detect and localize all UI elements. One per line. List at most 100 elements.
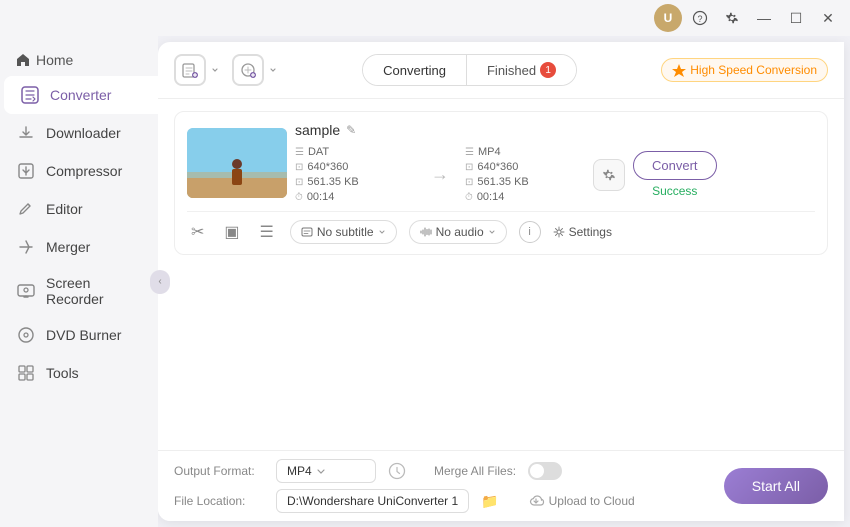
file-card-footer: ✂ ▣ ☰ No subtitle No audio i [187, 211, 815, 244]
sidebar-dvd-burner-label: DVD Burner [46, 327, 121, 343]
resolution-icon: ⊡ [295, 162, 303, 173]
main-content: Converting Finished 1 High Speed Convers… [158, 42, 844, 521]
target-format-icon: ☰ [465, 147, 474, 158]
source-resolution-value: 640*360 [307, 161, 348, 173]
minimize-button[interactable]: — [750, 4, 778, 32]
sidebar-converter-label: Converter [50, 87, 111, 103]
start-all-button[interactable]: Start All [724, 468, 828, 504]
info-button[interactable]: i [519, 221, 541, 243]
tabs-area: Converting Finished 1 [290, 54, 649, 86]
target-resolution: ⊡ 640*360 [465, 161, 585, 173]
user-avatar: U [654, 4, 682, 32]
source-format-value: DAT [308, 146, 329, 158]
maximize-button[interactable]: ☐ [782, 4, 810, 32]
output-format-select[interactable]: MP4 [276, 459, 376, 483]
file-card-header: sample ✎ ☰ DAT ⊡ [187, 122, 815, 203]
sidebar-merger-label: Merger [46, 239, 90, 255]
convert-arrow: → [415, 164, 465, 185]
file-location-input[interactable]: D:\Wondershare UniConverter 1 [276, 489, 469, 513]
converter-icon [20, 85, 40, 105]
sidebar-home[interactable]: Home [0, 44, 158, 76]
subtitle-select[interactable]: No subtitle [290, 220, 397, 244]
convert-button[interactable]: Convert [633, 151, 717, 180]
folder-icon[interactable]: 📁 [481, 493, 498, 510]
audio-label: No audio [436, 225, 484, 239]
sidebar-item-compressor[interactable]: Compressor [0, 152, 158, 190]
sidebar-item-dvd-burner[interactable]: DVD Burner [0, 316, 158, 354]
source-format: ☰ DAT [295, 146, 415, 158]
merger-icon [16, 237, 36, 257]
settings-label: Settings [569, 225, 612, 239]
tabs: Converting Finished 1 [362, 54, 577, 86]
sidebar-item-converter[interactable]: Converter [4, 76, 158, 114]
upload-cloud-label: Upload to Cloud [549, 494, 635, 508]
format-icon: ☰ [295, 147, 304, 158]
sidebar-screen-recorder-label: Screen Recorder [46, 275, 142, 307]
sidebar-item-downloader[interactable]: Downloader [0, 114, 158, 152]
add-url-button[interactable] [232, 54, 278, 86]
screen-recorder-icon [16, 281, 36, 301]
file-settings-icon-button[interactable] [593, 159, 625, 191]
output-format-value: MP4 [287, 464, 312, 478]
sidebar-item-editor[interactable]: Editor [0, 190, 158, 228]
tab-finished-label: Finished [487, 63, 536, 78]
toggle-thumb [530, 464, 544, 478]
convert-actions: Convert Success [633, 151, 717, 198]
convert-success: Success [652, 184, 697, 198]
bottom-left: Output Format: MP4 Merge All Files: File… [174, 459, 724, 513]
output-format-row: Output Format: MP4 Merge All Files: [174, 459, 724, 483]
tab-finished[interactable]: Finished 1 [466, 55, 576, 85]
compressor-icon [16, 161, 36, 181]
finished-badge: 1 [540, 62, 556, 78]
target-info: ☰ MP4 ⊡ 640*360 ⊡ 561.35 KB [465, 146, 585, 203]
size-icon: ⊡ [295, 177, 303, 188]
file-card: sample ✎ ☰ DAT ⊡ [174, 111, 828, 255]
merge-toggle[interactable] [528, 462, 562, 480]
output-settings-icon[interactable] [388, 462, 406, 480]
target-size: ⊡ 561.35 KB [465, 176, 585, 188]
audio-select[interactable]: No audio [409, 220, 507, 244]
sidebar-item-screen-recorder[interactable]: Screen Recorder [0, 266, 158, 316]
target-duration-value: 00:14 [477, 191, 505, 203]
effects-icon-button[interactable]: ☰ [256, 220, 278, 244]
high-speed-conversion[interactable]: High Speed Conversion [661, 58, 828, 82]
cut-icon-button[interactable]: ✂ [187, 220, 208, 244]
tab-converting[interactable]: Converting [363, 55, 466, 85]
crop-icon-button[interactable]: ▣ [220, 220, 243, 244]
sidebar-collapse-button[interactable]: ‹ [150, 270, 170, 294]
sidebar-item-tools[interactable]: Tools [0, 354, 158, 392]
target-size-icon: ⊡ [465, 177, 473, 188]
upload-to-cloud[interactable]: Upload to Cloud [527, 494, 635, 508]
source-duration-value: 00:14 [307, 191, 335, 203]
settings-button-card[interactable]: Settings [553, 225, 612, 239]
file-edit-icon[interactable]: ✎ [346, 123, 356, 137]
tools-icon [16, 363, 36, 383]
target-format-value: MP4 [478, 146, 501, 158]
help-button[interactable]: ? [686, 4, 714, 32]
source-resolution: ⊡ 640*360 [295, 161, 415, 173]
sidebar-item-merger[interactable]: Merger [0, 228, 158, 266]
target-res-icon: ⊡ [465, 162, 473, 173]
add-file-icon [174, 54, 206, 86]
target-duration: ⏱ 00:14 [465, 191, 585, 203]
duration-icon: ⏱ [295, 192, 303, 203]
target-resolution-value: 640*360 [477, 161, 518, 173]
downloader-icon [16, 123, 36, 143]
file-meta-row: ☰ DAT ⊡ 640*360 ⊡ 561.35 KB [295, 146, 815, 203]
target-size-value: 561.35 KB [477, 176, 528, 188]
add-file-button[interactable] [174, 54, 220, 86]
high-speed-label: High Speed Conversion [690, 63, 817, 77]
title-bar: U ? — ☐ ✕ [0, 0, 850, 36]
sidebar-home-label: Home [36, 52, 73, 68]
content-header: Converting Finished 1 High Speed Convers… [158, 42, 844, 99]
target-format: ☰ MP4 [465, 146, 585, 158]
output-format-label: Output Format: [174, 464, 264, 478]
sidebar-editor-label: Editor [46, 201, 83, 217]
file-location-row: File Location: D:\Wondershare UniConvert… [174, 489, 724, 513]
close-button[interactable]: ✕ [814, 4, 842, 32]
file-info: sample ✎ ☰ DAT ⊡ [295, 122, 815, 203]
settings-button[interactable] [718, 4, 746, 32]
svg-text:?: ? [697, 14, 702, 24]
source-size-value: 561.35 KB [307, 176, 358, 188]
sidebar-downloader-label: Downloader [46, 125, 121, 141]
